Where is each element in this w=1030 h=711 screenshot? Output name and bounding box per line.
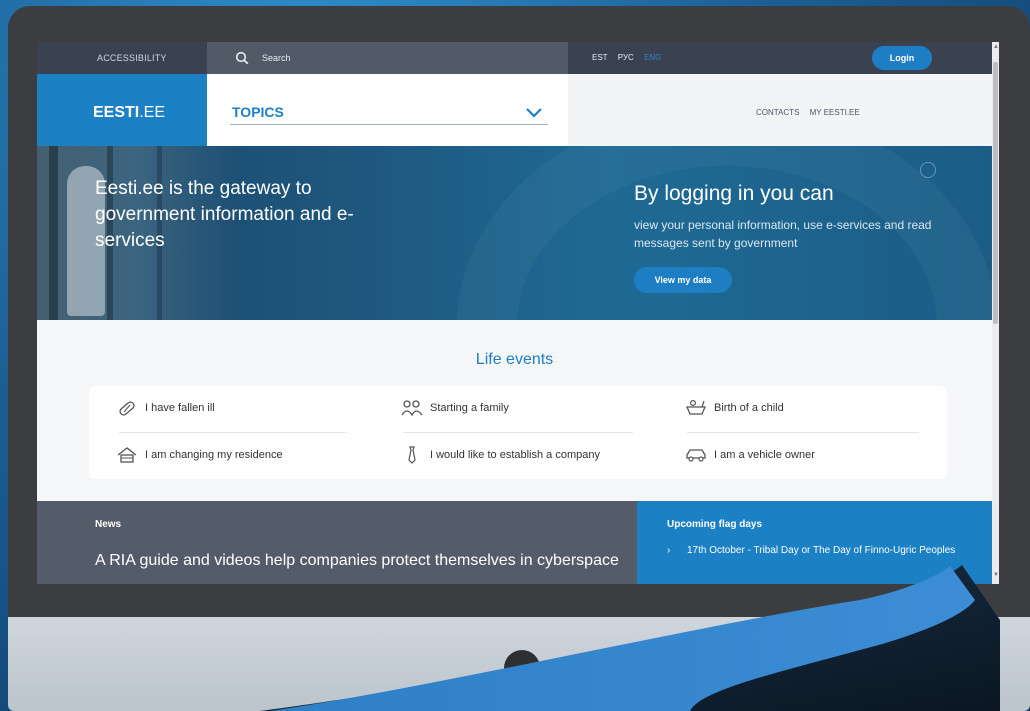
header-links-area: CONTACTS MY EESTI.EE	[568, 74, 992, 146]
hero-heading: Eesti.ee is the gateway to government in…	[95, 178, 354, 251]
top-bar: ACCESSIBILITY Search EST РУС ENG Login	[37, 42, 999, 74]
news-section: News A RIA guide and videos help compani…	[37, 501, 637, 584]
family-icon	[401, 400, 423, 417]
monitor-logo-dot	[504, 650, 540, 686]
login-promo-title: By logging in you can	[634, 182, 834, 205]
lang-est[interactable]: EST	[592, 53, 608, 62]
topics-underline	[230, 124, 548, 125]
contacts-link[interactable]: CONTACTS	[756, 108, 799, 117]
life-event-vehicle-owner[interactable]: I am a vehicle owner	[685, 445, 815, 465]
car-icon	[686, 449, 706, 462]
search-input[interactable]: Search	[262, 53, 291, 63]
hero-circle-icon[interactable]	[920, 162, 936, 178]
pill-icon	[119, 401, 135, 416]
life-event-changing-residence[interactable]: I am changing my residence	[116, 445, 283, 465]
site-logo: EESTI.EE	[93, 104, 166, 121]
flag-day-item[interactable]: › 17th October - Tribal Day or The Day o…	[667, 543, 957, 559]
life-events-title: Life events	[475, 351, 554, 368]
scrollbar[interactable]	[992, 42, 999, 584]
lang-eng[interactable]: ENG	[644, 53, 661, 62]
chevron-right-icon: ›	[667, 545, 671, 556]
divider	[687, 432, 919, 433]
login-button[interactable]: Login	[872, 46, 932, 70]
lang-rus[interactable]: РУС	[618, 53, 634, 62]
scroll-up-icon[interactable]: ▲	[993, 44, 999, 50]
news-headline[interactable]: A RIA guide and videos help companies pr…	[95, 549, 625, 573]
view-my-data-button[interactable]: View my data	[634, 267, 732, 293]
life-events-section: Life events I have fallen ill Starting a…	[37, 320, 992, 501]
my-eesti-link[interactable]: MY EESTI.EE	[810, 108, 860, 117]
hero-banner: Eesti.ee is the gateway to government in…	[37, 146, 992, 320]
language-switcher: EST РУС ENG	[592, 53, 669, 62]
tie-icon	[408, 446, 416, 464]
divider	[119, 432, 347, 433]
accessibility-link[interactable]: ACCESSIBILITY	[97, 53, 167, 63]
login-promo-text: view your personal information, use e-se…	[634, 218, 932, 250]
flag-days-label: Upcoming flag days	[667, 519, 763, 530]
site-header: EESTI.EE TOPICS CONTACTS MY EESTI.EE	[37, 74, 992, 146]
house-icon	[117, 447, 137, 463]
browser-screen: ACCESSIBILITY Search EST РУС ENG Login E…	[37, 42, 999, 584]
logo-block[interactable]: EESTI.EE	[37, 74, 207, 146]
search-icon	[235, 51, 249, 65]
divider	[403, 432, 633, 433]
news-label: News	[95, 519, 122, 530]
topics-dropdown[interactable]: TOPICS	[232, 104, 284, 120]
chevron-down-icon[interactable]	[525, 107, 543, 119]
search-box[interactable]: Search	[207, 42, 568, 74]
tree-shape	[49, 146, 58, 320]
baby-bath-icon	[686, 399, 706, 415]
life-event-establish-company[interactable]: I would like to establish a company	[401, 445, 600, 465]
life-event-fallen-ill[interactable]: I have fallen ill	[116, 398, 215, 418]
flag-days-section: Upcoming flag days › 17th October - Trib…	[637, 501, 992, 584]
life-events-card: I have fallen ill Starting a family Birt…	[89, 386, 947, 479]
life-event-starting-family[interactable]: Starting a family	[401, 398, 509, 418]
life-event-birth-of-child[interactable]: Birth of a child	[685, 398, 784, 418]
scrollbar-thumb[interactable]	[993, 62, 998, 324]
scroll-down-icon[interactable]: ▼	[993, 572, 999, 578]
